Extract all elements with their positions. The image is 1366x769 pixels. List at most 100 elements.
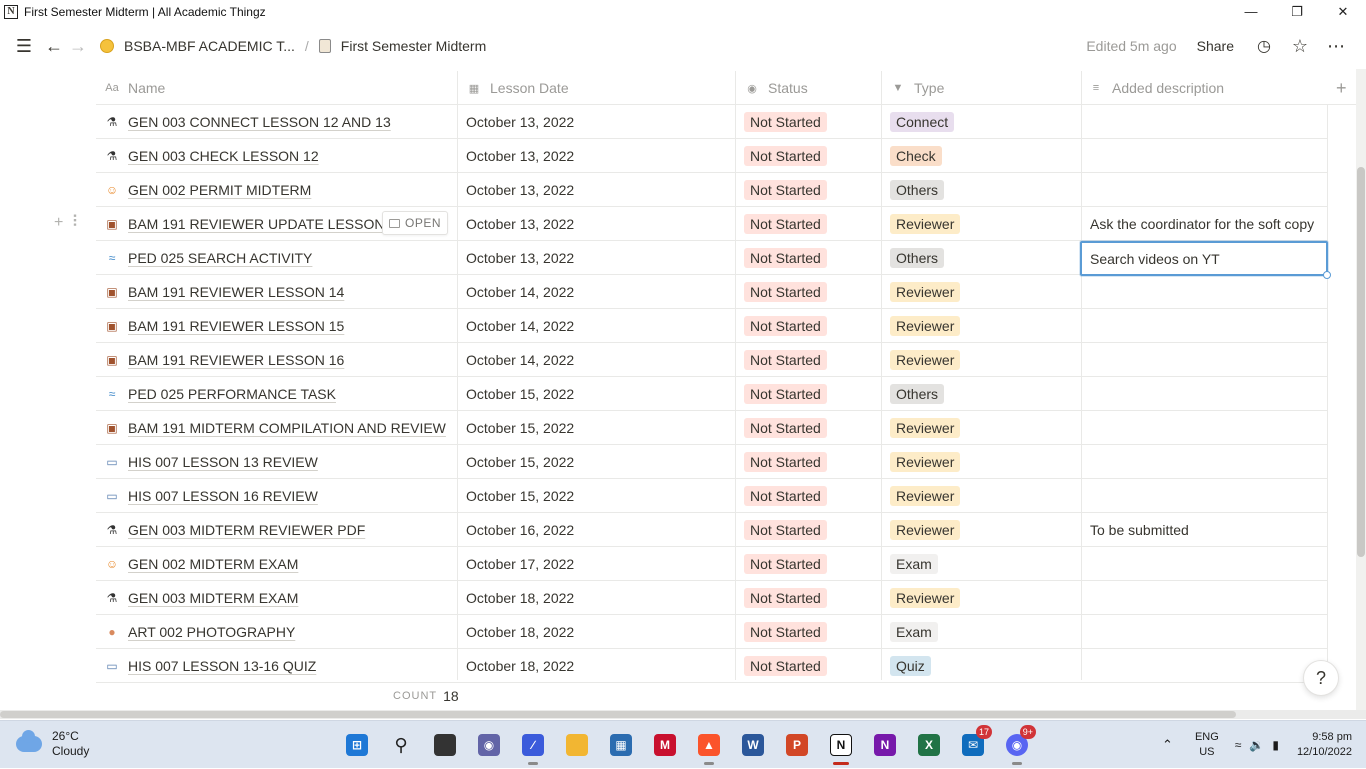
forward-arrow-icon[interactable]: → — [66, 34, 90, 58]
status-cell[interactable]: Not Started — [744, 139, 827, 172]
close-window-button[interactable]: ✕ — [1320, 0, 1366, 23]
back-arrow-icon[interactable]: ← — [42, 34, 66, 58]
name-cell[interactable]: ⚗ GEN 003 CONNECT LESSON 12 AND 13 — [104, 105, 454, 138]
file-explorer-app[interactable] — [560, 729, 594, 761]
row-name[interactable]: HIS 007 LESSON 13 REVIEW — [128, 454, 318, 470]
mail-app[interactable]: ✉ 17 — [956, 725, 992, 761]
lesson-date[interactable]: October 14, 2022 — [466, 343, 574, 376]
help-button[interactable]: ? — [1303, 660, 1339, 696]
status-cell[interactable]: Not Started — [744, 207, 827, 240]
table-row[interactable]: ⚗ GEN 003 MIDTERM EXAM October 18, 2022 Not… — [96, 581, 1328, 615]
status-cell[interactable]: Not Started — [744, 649, 827, 682]
table-row[interactable]: ≈ PED 025 PERFORMANCE TASK October 15, 202… — [96, 377, 1328, 411]
lesson-date[interactable]: October 15, 2022 — [466, 377, 574, 410]
lesson-date[interactable]: October 14, 2022 — [466, 275, 574, 308]
brave-app[interactable]: ▲ — [692, 729, 726, 765]
sidebar-menu-icon[interactable]: ☰ — [12, 34, 36, 58]
lesson-date[interactable]: October 18, 2022 — [466, 649, 574, 682]
lesson-date[interactable]: October 18, 2022 — [466, 615, 574, 648]
notion-app[interactable]: N — [824, 729, 858, 765]
status-cell[interactable]: Not Started — [744, 105, 827, 138]
name-cell[interactable]: ▭ HIS 007 LESSON 16 REVIEW — [104, 479, 454, 512]
add-property-icon[interactable]: + — [1336, 71, 1347, 105]
name-cell[interactable]: ▭ HIS 007 LESSON 13 REVIEW — [104, 445, 454, 478]
lesson-date[interactable]: October 14, 2022 — [466, 309, 574, 342]
drag-handle-icon[interactable]: ⠇ — [71, 215, 83, 231]
lesson-date[interactable]: October 15, 2022 — [466, 411, 574, 444]
table-row[interactable]: ▣ BAM 191 REVIEWER LESSON 15 October 14, 2… — [96, 309, 1328, 343]
type-cell[interactable]: Reviewer — [890, 275, 961, 308]
column-header-type[interactable]: ▼ Type — [890, 71, 945, 105]
status-cell[interactable]: Not Started — [744, 411, 827, 444]
status-cell[interactable]: Not Started — [744, 173, 827, 206]
name-cell[interactable]: ☺ GEN 002 MIDTERM EXAM — [104, 547, 454, 580]
status-cell[interactable]: Not Started — [744, 615, 827, 648]
type-cell[interactable]: Connect — [890, 105, 955, 138]
lesson-date[interactable]: October 13, 2022 — [466, 207, 574, 240]
lesson-date[interactable]: October 16, 2022 — [466, 513, 574, 546]
status-cell[interactable]: Not Started — [744, 377, 827, 410]
type-cell[interactable]: Exam — [890, 547, 938, 580]
name-cell[interactable]: ⚗ GEN 003 CHECK LESSON 12 — [104, 139, 454, 172]
row-name[interactable]: HIS 007 LESSON 13-16 QUIZ — [128, 658, 316, 674]
minimize-button[interactable]: — — [1228, 0, 1274, 23]
status-cell[interactable]: Not Started — [744, 343, 827, 376]
wifi-icon[interactable]: ≈ — [1235, 738, 1242, 752]
table-row[interactable]: ▣ BAM 191 REVIEWER LESSON 14 October 14, 2… — [96, 275, 1328, 309]
description-edit-field[interactable]: Search videos on YT — [1080, 241, 1331, 279]
open-page-button[interactable]: OPEN — [382, 211, 449, 235]
onenote-app[interactable]: N — [868, 729, 902, 761]
discord-app[interactable]: ◉ 9+ — [1000, 725, 1036, 765]
store-app[interactable]: ▦ — [604, 729, 638, 761]
status-cell[interactable]: Not Started — [744, 241, 827, 274]
type-cell[interactable]: Reviewer — [890, 513, 961, 546]
type-cell[interactable]: Reviewer — [890, 411, 961, 444]
breadcrumb-workspace[interactable]: BSBA-MBF ACADEMIC T... — [124, 38, 295, 54]
table-row[interactable]: ▭ HIS 007 LESSON 13 REVIEW October 15, 202… — [96, 445, 1328, 479]
favorite-star-icon[interactable]: ☆ — [1288, 34, 1312, 58]
name-cell[interactable]: ⚗ GEN 003 MIDTERM EXAM — [104, 581, 454, 614]
status-cell[interactable]: Not Started — [744, 309, 827, 342]
status-cell[interactable]: Not Started — [744, 275, 827, 308]
battery-icon[interactable]: ▮ — [1272, 738, 1279, 752]
share-button[interactable]: Share — [1197, 38, 1234, 54]
lesson-date[interactable]: October 15, 2022 — [466, 479, 574, 512]
row-name[interactable]: BAM 191 REVIEWER LESSON 14 — [128, 284, 344, 300]
name-cell[interactable]: ● ART 002 PHOTOGRAPHY — [104, 615, 454, 648]
table-row[interactable]: ⚗ GEN 003 CHECK LESSON 12 October 13, 2022… — [96, 139, 1328, 173]
breadcrumb-page[interactable]: First Semester Midterm — [341, 38, 486, 54]
table-row[interactable]: ● ART 002 PHOTOGRAPHY October 18, 2022 Not … — [96, 615, 1328, 649]
table-row[interactable]: ▣ BAM 191 MIDTERM COMPILATION AND REVIEW O… — [96, 411, 1328, 445]
row-name[interactable]: PED 025 SEARCH ACTIVITY — [128, 250, 312, 266]
row-name[interactable]: GEN 003 MIDTERM REVIEWER PDF — [128, 522, 365, 538]
table-row[interactable]: ▭ HIS 007 LESSON 16 REVIEW October 15, 202… — [96, 479, 1328, 513]
lesson-date[interactable]: October 13, 2022 — [466, 139, 574, 172]
search-button[interactable]: ⚲ — [384, 729, 418, 761]
table-row[interactable]: ☺ GEN 002 MIDTERM EXAM October 17, 2022 Not… — [96, 547, 1328, 581]
lesson-date[interactable]: October 13, 2022 — [466, 105, 574, 138]
lesson-date[interactable]: October 13, 2022 — [466, 173, 574, 206]
status-cell[interactable]: Not Started — [744, 581, 827, 614]
row-name[interactable]: ART 002 PHOTOGRAPHY — [128, 624, 295, 640]
table-row[interactable]: ▭ HIS 007 LESSON 13-16 QUIZ October 18, 20… — [96, 649, 1328, 683]
row-name[interactable]: BAM 191 MIDTERM COMPILATION AND REVIEW — [128, 420, 446, 436]
clock[interactable]: 9:58 pm 12/10/2022 — [1297, 730, 1352, 760]
column-header-status[interactable]: ◉ Status — [744, 71, 808, 105]
type-cell[interactable]: Quiz — [890, 649, 931, 682]
status-cell[interactable]: Not Started — [744, 547, 827, 580]
type-cell[interactable]: Others — [890, 173, 945, 206]
add-row-icon[interactable]: + — [54, 215, 63, 231]
status-cell[interactable]: Not Started — [744, 513, 827, 546]
name-cell[interactable]: ▣ BAM 191 MIDTERM COMPILATION AND REVIEW — [104, 411, 454, 444]
row-name[interactable]: GEN 002 PERMIT MIDTERM — [128, 182, 311, 198]
language-indicator[interactable]: ENG US — [1195, 730, 1219, 760]
powerpoint-app[interactable]: P — [780, 729, 814, 761]
table-row[interactable]: ⚗ GEN 003 CONNECT LESSON 12 AND 13 October… — [96, 105, 1328, 139]
lesson-date[interactable]: October 13, 2022 — [466, 241, 574, 274]
column-header-desc[interactable]: ≡ Added description — [1088, 71, 1224, 105]
row-name[interactable]: GEN 003 CONNECT LESSON 12 AND 13 — [128, 114, 391, 130]
name-cell[interactable]: ▭ HIS 007 LESSON 13-16 QUIZ — [104, 649, 454, 682]
row-name[interactable]: BAM 191 REVIEWER LESSON 16 — [128, 352, 344, 368]
table-row[interactable]: ▣ BAM 191 REVIEWER UPDATE LESSON 11 OPEN + ⠇… — [54, 207, 1328, 241]
history-clock-icon[interactable]: ◷ — [1252, 34, 1276, 58]
